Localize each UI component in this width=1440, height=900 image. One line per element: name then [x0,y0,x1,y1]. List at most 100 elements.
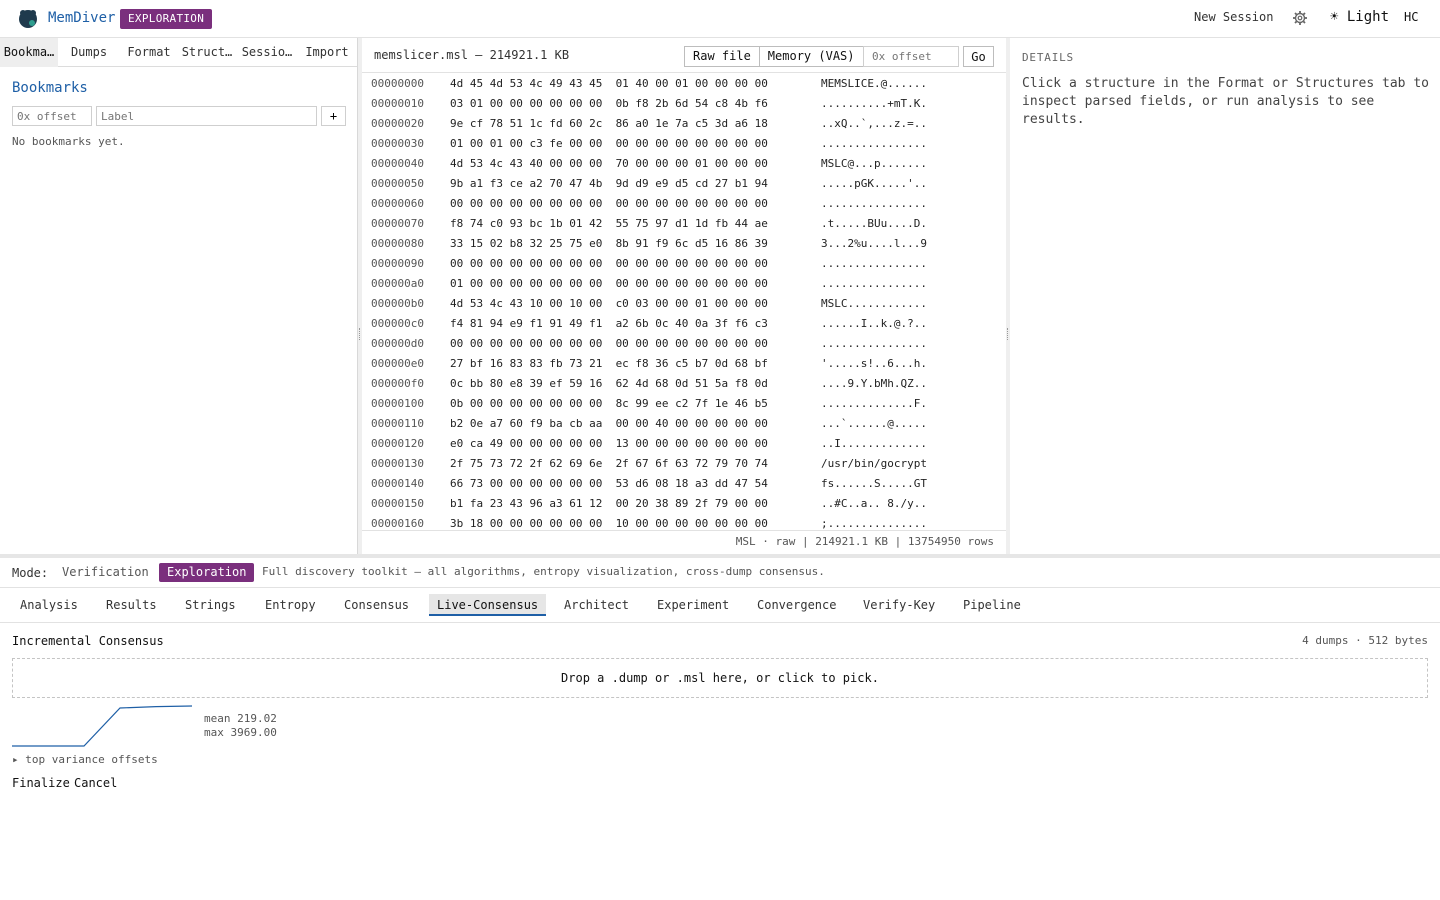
hex-row[interactable]: 00000040 4d 53 4c 43 40 00 00 00 70 00 00… [362,154,1006,174]
details-text: Click a structure in the Format or Struc… [1022,76,1429,127]
tab-strings[interactable]: Strings [177,594,244,616]
hex-row[interactable]: 00000100 0b 00 00 00 00 00 00 00 8c 99 ee… [362,394,1006,414]
hex-row[interactable]: 000000d0 00 00 00 00 00 00 00 00 00 00 00… [362,334,1006,354]
tab-results[interactable]: Results [98,594,165,616]
hex-row[interactable]: 000000f0 0c bb 80 e8 39 ef 59 16 62 4d 68… [362,374,1006,394]
hex-row[interactable]: 00000020 9e cf 78 51 1c fd 60 2c 86 a0 1e… [362,114,1006,134]
mode-description: Full discovery toolkit — all algorithms,… [262,565,825,578]
hex-offset: 000000f0 [371,377,424,390]
bookmark-offset-input[interactable] [12,106,92,126]
hex-row[interactable]: 00000120 e0 ca 49 00 00 00 00 00 13 00 00… [362,434,1006,454]
tab-sessions[interactable]: Sessio… [236,38,298,67]
hex-row[interactable]: 00000140 66 73 00 00 00 00 00 00 53 d6 08… [362,474,1006,494]
hex-offset: 00000090 [371,257,424,270]
ascii-column: ...`......@..... [821,417,927,430]
ascii-column: fs......S.....GT [821,477,927,490]
mode-label: Mode: [12,566,49,580]
bookmarks-title: Bookmarks [12,80,88,96]
file-label: memslicer.msl — 214921.1 KB [374,48,570,62]
hex-row[interactable]: 00000050 9b a1 f3 ce a2 70 47 4b 9d d9 e9… [362,174,1006,194]
tab-import[interactable]: Import [298,38,356,67]
hex-bytes: 4d 53 4c 43 40 00 00 00 70 00 00 00 01 0… [450,157,768,170]
hex-row[interactable]: 000000b0 4d 53 4c 43 10 00 10 00 c0 03 00… [362,294,1006,314]
hex-bytes: 4d 45 4d 53 4c 49 43 45 01 40 00 01 00 0… [450,77,768,90]
ascii-column: ..I............. [821,437,927,450]
hex-row[interactable]: 00000000 4d 45 4d 53 4c 49 43 45 01 40 00… [362,74,1006,94]
top-bar: MemDiver EXPLORATION New Session ☀ Light… [0,0,1440,38]
ascii-column: 3...2%u....l...9 [821,237,927,250]
hex-rows[interactable]: 00000000 4d 45 4d 53 4c 49 43 45 01 40 00… [362,74,1006,530]
ascii-column: ................ [821,277,927,290]
add-bookmark-button[interactable]: + [321,106,346,126]
bookmark-label-input[interactable] [96,106,317,126]
hex-row[interactable]: 00000150 b1 fa 23 43 96 a3 61 12 00 20 38… [362,494,1006,514]
tab-architect[interactable]: Architect [556,594,637,616]
tab-pipeline[interactable]: Pipeline [955,594,1029,616]
mode-badge: EXPLORATION [120,9,213,29]
ascii-column: MSLC@...p....... [821,157,927,170]
hex-bytes: 01 00 01 00 c3 fe 00 00 00 00 00 00 00 0… [450,137,768,150]
ascii-column: ................ [821,197,927,210]
mode-exploration-button[interactable]: Exploration [159,563,255,582]
mode-verification-button[interactable]: Verification [54,563,157,582]
tab-bookmarks[interactable]: Bookma… [0,38,58,67]
hex-row[interactable]: 00000130 2f 75 73 72 2f 62 69 6e 2f 67 6f… [362,454,1006,474]
hex-row[interactable]: 00000160 3b 18 00 00 00 00 00 00 10 00 00… [362,514,1006,530]
tab-entropy[interactable]: Entropy [257,594,324,616]
ascii-column: MEMSLICE.@...... [821,77,927,90]
high-contrast-toggle[interactable]: HC [1404,10,1418,24]
tab-format[interactable]: Format [120,38,178,67]
tab-consensus[interactable]: Consensus [336,594,417,616]
hex-offset: 00000140 [371,477,424,490]
ascii-column: '.....s!..6...h. [821,357,927,370]
finalize-button[interactable]: Finalize [12,776,70,790]
hex-bytes: 27 bf 16 83 83 fb 73 21 ec f8 36 c5 b7 0… [450,357,768,370]
raw-file-button[interactable]: Raw file [685,47,759,66]
hex-row[interactable]: 00000110 b2 0e a7 60 f9 ba cb aa 00 00 40… [362,414,1006,434]
goto-offset-input[interactable] [863,46,959,67]
ascii-column: ..........+mT.K. [821,97,927,110]
theme-toggle-button[interactable]: ☀ Light [1330,9,1389,25]
hex-bytes: 00 00 00 00 00 00 00 00 00 00 00 00 00 0… [450,257,768,270]
hex-bytes: e0 ca 49 00 00 00 00 00 13 00 00 00 00 0… [450,437,768,450]
sidebar-tabs: Bookma… Dumps Format Struct… Sessio… Imp… [0,38,357,67]
max-stat: max 3969.00 [204,726,277,739]
cancel-button[interactable]: Cancel [74,776,117,790]
tab-live-consensus[interactable]: Live-Consensus [429,594,547,616]
hex-row[interactable]: 00000010 03 01 00 00 00 00 00 00 0b f8 2b… [362,94,1006,114]
hex-bytes: 00 00 00 00 00 00 00 00 00 00 00 00 00 0… [450,337,768,350]
tab-dumps[interactable]: Dumps [58,38,120,67]
ascii-column: .....pGK.....'.. [821,177,927,190]
sparkline-series [12,705,192,747]
dump-dropzone[interactable]: Drop a .dump or .msl here, or click to p… [12,658,1428,698]
ascii-column: .t.....BUu....D. [821,217,927,230]
hex-offset: 00000160 [371,517,424,530]
incremental-consensus-title: Incremental Consensus [12,634,164,648]
hex-row[interactable]: 00000070 f8 74 c0 93 bc 1b 01 42 55 75 97… [362,214,1006,234]
new-session-button[interactable]: New Session [1194,10,1273,24]
gear-icon[interactable] [1292,10,1308,26]
splitter-grip [359,328,361,340]
hex-offset: 00000000 [371,77,424,90]
hex-row[interactable]: 00000080 33 15 02 b8 32 25 75 e0 8b 91 f9… [362,234,1006,254]
hex-row[interactable]: 00000060 00 00 00 00 00 00 00 00 00 00 00… [362,194,1006,214]
tab-experiment[interactable]: Experiment [649,594,737,616]
tab-convergence[interactable]: Convergence [749,594,844,616]
hex-row[interactable]: 000000c0 f4 81 94 e9 f1 91 49 f1 a2 6b 0c… [362,314,1006,334]
top-variance-toggle[interactable]: ▸ top variance offsets [12,753,158,766]
hex-bytes: 33 15 02 b8 32 25 75 e0 8b 91 f9 6c d5 1… [450,237,768,250]
hex-row[interactable]: 00000090 00 00 00 00 00 00 00 00 00 00 00… [362,254,1006,274]
hex-bytes: 01 00 00 00 00 00 00 00 00 00 00 00 00 0… [450,277,768,290]
tab-verify-key[interactable]: Verify-Key [855,594,943,616]
memory-vas-button[interactable]: Memory (VAS) [758,47,863,66]
ascii-column: ......I..k.@.?.. [821,317,927,330]
tab-analysis[interactable]: Analysis [12,594,86,616]
hex-toolbar: memslicer.msl — 214921.1 KB Raw file Mem… [362,38,1006,73]
tab-structures[interactable]: Struct… [178,38,236,67]
bookmarks-empty-text: No bookmarks yet. [12,135,125,148]
hex-row[interactable]: 000000e0 27 bf 16 83 83 fb 73 21 ec f8 36… [362,354,1006,374]
hex-offset: 00000030 [371,137,424,150]
go-button[interactable]: Go [963,46,994,67]
hex-row[interactable]: 00000030 01 00 01 00 c3 fe 00 00 00 00 00… [362,134,1006,154]
hex-row[interactable]: 000000a0 01 00 00 00 00 00 00 00 00 00 00… [362,274,1006,294]
